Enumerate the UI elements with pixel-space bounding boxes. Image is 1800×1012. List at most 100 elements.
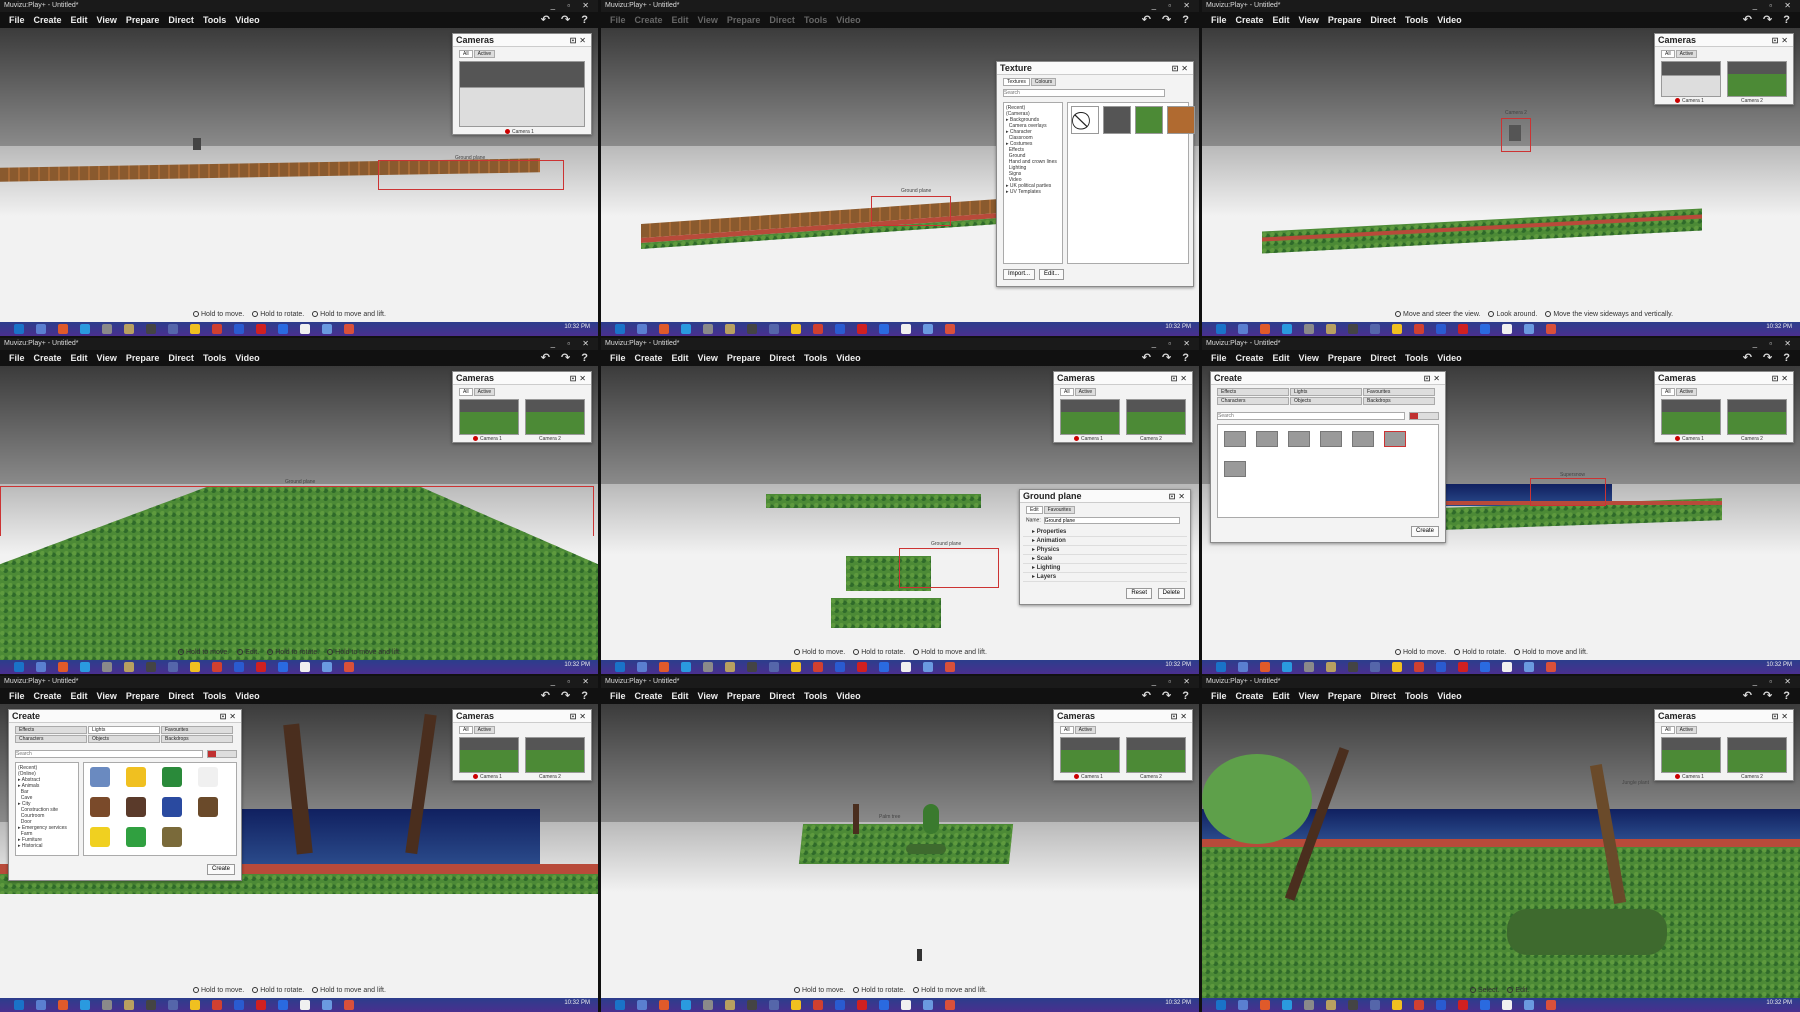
menu-view[interactable]: View [97, 688, 117, 704]
import-button[interactable]: Import... [1003, 269, 1036, 280]
menu-file[interactable]: File [1211, 688, 1227, 704]
menu-view[interactable]: View [698, 688, 718, 704]
taskbar-app-icon[interactable] [1524, 324, 1534, 334]
taskbar-app-icon[interactable] [1546, 324, 1556, 334]
taskbar-app-icon[interactable] [813, 1000, 823, 1010]
menu-view[interactable]: View [1299, 350, 1319, 366]
taskbar-app-icon[interactable] [36, 662, 46, 672]
camera-thumbnail[interactable] [525, 737, 585, 773]
camera-thumbnail[interactable] [459, 61, 585, 127]
taskbar-app-icon[interactable] [769, 662, 779, 672]
taskbar-app-icon[interactable] [58, 324, 68, 334]
viewport-3d[interactable]: Cameras ⊡✕ All Active Camera 1 Camera 2 Create… [0, 704, 598, 998]
window-controls[interactable]: _ ▫ ✕ [1753, 676, 1796, 688]
menu-prepare[interactable]: Prepare [1328, 12, 1362, 28]
menu-edit[interactable]: Edit [1273, 350, 1290, 366]
taskbar-app-icon[interactable] [1436, 662, 1446, 672]
menu-tools[interactable]: Tools [804, 688, 827, 704]
create-tab[interactable]: Objects [88, 735, 160, 743]
panel-pin-close-icon[interactable]: ⊡✕ [1169, 490, 1188, 503]
taskbar-app-icon[interactable] [1238, 324, 1248, 334]
taskbar-app-icon[interactable] [879, 1000, 889, 1010]
menu-video[interactable]: Video [836, 688, 860, 704]
menu-file[interactable]: File [610, 350, 626, 366]
viewport-3d[interactable]: Ground plane Cameras ⊡✕ All Active Camera 1 Ca… [0, 366, 598, 660]
taskbar-app-icon[interactable] [300, 1000, 310, 1010]
taskbar-app-icon[interactable] [234, 1000, 244, 1010]
plane-shape-object[interactable] [1320, 431, 1342, 447]
menu-prepare[interactable]: Prepare [126, 12, 160, 28]
menu-direct[interactable]: Direct [769, 688, 795, 704]
taskbar-app-icon[interactable] [615, 1000, 625, 1010]
taskbar-app-icon[interactable] [146, 662, 156, 672]
undo-redo-help-icons[interactable]: ↶ ↷ ? [1743, 688, 1794, 704]
taskbar-app-icon[interactable] [256, 324, 266, 334]
taskbar-app-icon[interactable] [190, 324, 200, 334]
taskbar-app-icon[interactable] [945, 324, 955, 334]
taskbar-app-icon[interactable] [168, 1000, 178, 1010]
taskbar-app-icon[interactable] [124, 662, 134, 672]
cameras-tab[interactable]: Active [1074, 726, 1097, 734]
panel-pin-close-icon[interactable]: ⊡✕ [1772, 34, 1791, 47]
menu-prepare[interactable]: Prepare [727, 350, 761, 366]
name-field[interactable] [1043, 517, 1180, 524]
panel-pin-close-icon[interactable]: ⊡✕ [570, 34, 589, 47]
section-scale[interactable]: ▸ Scale [1023, 555, 1187, 564]
panel-pin-close-icon[interactable]: ⊡✕ [570, 372, 589, 385]
menu-edit[interactable]: Edit [1273, 688, 1290, 704]
menu-direct[interactable]: Direct [168, 12, 194, 28]
taskbar-app-icon[interactable] [102, 1000, 112, 1010]
taskbar-app-icon[interactable] [1524, 1000, 1534, 1010]
cameras-tab[interactable]: All [459, 388, 473, 396]
taskbar-app-icon[interactable] [234, 662, 244, 672]
plank-texture[interactable] [1167, 106, 1195, 134]
taskbar-app-icon[interactable] [1238, 662, 1248, 672]
taskbar-app-icon[interactable] [168, 662, 178, 672]
cameras-tab[interactable]: All [1060, 726, 1074, 734]
menu-video[interactable]: Video [1437, 350, 1461, 366]
cameras-tab[interactable]: Active [1675, 388, 1698, 396]
bench-object[interactable] [90, 797, 110, 817]
menu-prepare[interactable]: Prepare [727, 688, 761, 704]
camera-thumbnail[interactable] [1727, 61, 1787, 97]
taskbar-app-icon[interactable] [322, 324, 332, 334]
taskbar-app-icon[interactable] [901, 324, 911, 334]
none-icon[interactable]: ⃠ [1071, 106, 1099, 134]
menu-view[interactable]: View [698, 12, 718, 28]
camera-thumbnail[interactable] [1727, 737, 1787, 773]
panel-pin-close-icon[interactable]: ⊡✕ [1171, 372, 1190, 385]
taskbar-app-icon[interactable] [1480, 324, 1490, 334]
create-tab[interactable]: Characters [15, 735, 87, 743]
cameras-tab[interactable]: All [1661, 388, 1675, 396]
viewport-3d[interactable]: Jungle plant Cameras ⊡✕ All Active Camera 1 Ca… [1202, 704, 1800, 998]
menu-tools[interactable]: Tools [203, 350, 226, 366]
grass-texture[interactable] [1135, 106, 1163, 134]
taskbar-app-icon[interactable] [769, 324, 779, 334]
plane-shape-object[interactable] [1352, 431, 1374, 447]
viewport-3d[interactable]: Supersnow Cameras ⊡✕ All Active Camera 1 Camer… [1202, 366, 1800, 660]
panel-pin-close-icon[interactable]: ⊡✕ [1424, 372, 1443, 385]
cameras-tab[interactable]: All [1060, 388, 1074, 396]
panel-pin-close-icon[interactable]: ⊡✕ [570, 710, 589, 723]
taskbar-app-icon[interactable] [1260, 662, 1270, 672]
menu-create[interactable]: Create [34, 12, 62, 28]
texture-tab[interactable]: Textures [1003, 78, 1030, 86]
taskbar-app-icon[interactable] [300, 662, 310, 672]
taskbar-app-icon[interactable] [168, 324, 178, 334]
taskbar-app-icon[interactable] [791, 1000, 801, 1010]
taskbar-app-icon[interactable] [835, 324, 845, 334]
menu-edit[interactable]: Edit [71, 350, 88, 366]
taskbar-app-icon[interactable] [212, 1000, 222, 1010]
taskbar-app-icon[interactable] [256, 1000, 266, 1010]
taskbar-app-icon[interactable] [1304, 662, 1314, 672]
menu-create[interactable]: Create [1236, 350, 1264, 366]
viewport-3d[interactable]: Ground plane Cameras ⊡✕ All Active Camera 1 Ca… [601, 366, 1199, 660]
menu-direct[interactable]: Direct [1370, 12, 1396, 28]
menu-create[interactable]: Create [635, 688, 663, 704]
plane-shape-object[interactable] [1288, 431, 1310, 447]
menu-prepare[interactable]: Prepare [1328, 688, 1362, 704]
undo-redo-help-icons[interactable]: ↶ ↷ ? [541, 688, 592, 704]
panel-pin-close-icon[interactable]: ⊡✕ [1772, 372, 1791, 385]
camera-thumbnail[interactable] [1060, 399, 1120, 435]
panel-pin-close-icon[interactable]: ⊡✕ [1772, 710, 1791, 723]
